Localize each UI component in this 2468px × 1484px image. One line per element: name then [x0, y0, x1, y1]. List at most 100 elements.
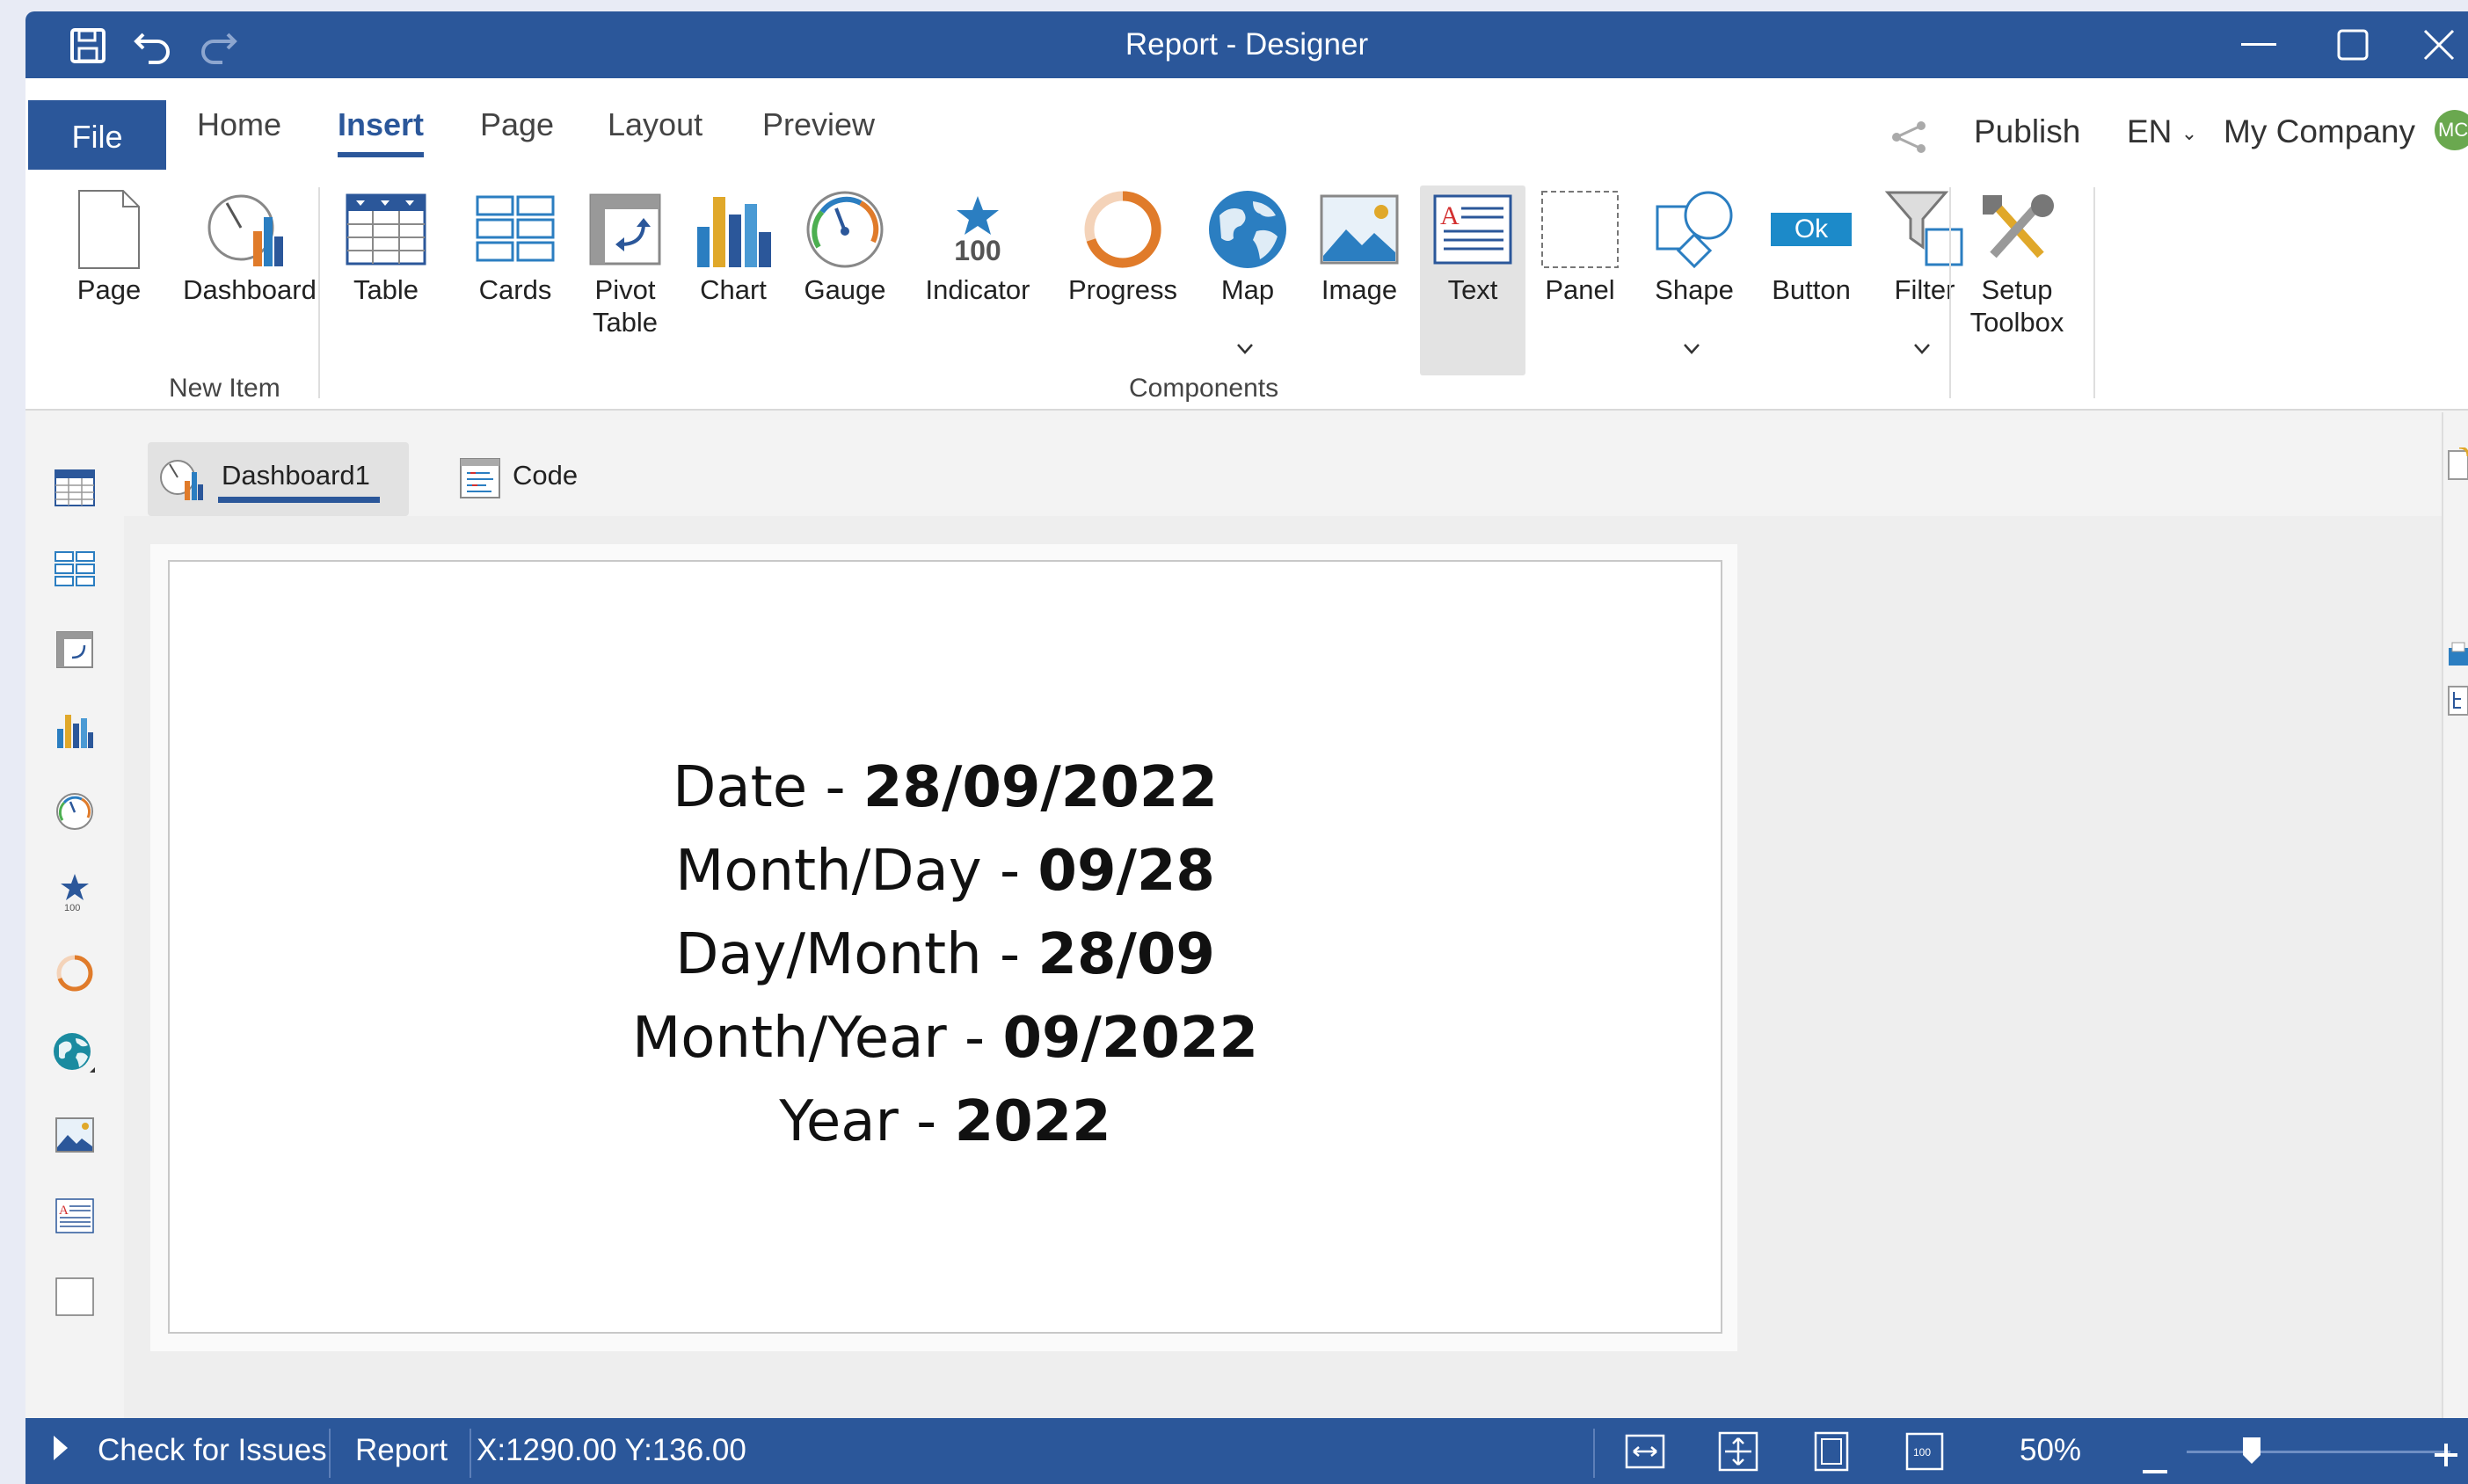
pivot-table-button[interactable]: Pivot Table: [581, 186, 669, 338]
svg-text:100: 100: [64, 903, 80, 913]
fit-height-icon[interactable]: [1715, 1429, 1761, 1474]
indicator-button[interactable]: 100 Indicator: [916, 186, 1039, 306]
tab-home[interactable]: Home: [197, 106, 281, 143]
setup-toolbox-button[interactable]: Setup Toolbox: [1964, 186, 2070, 338]
globe-icon[interactable]: [50, 1029, 99, 1079]
report-button[interactable]: Report: [355, 1433, 448, 1468]
tab-page[interactable]: Page: [480, 106, 554, 143]
panel-icon[interactable]: [50, 1272, 99, 1321]
publish-button[interactable]: Publish: [1974, 113, 2080, 150]
pivot-table-label-line2: Table: [592, 307, 659, 338]
dictionary-icon[interactable]: [2447, 641, 2468, 672]
map-button-label: Map: [1220, 274, 1275, 305]
chart-button[interactable]: Chart: [689, 186, 777, 306]
zoom-slider-track[interactable]: [2187, 1451, 2450, 1453]
pivot-table-label-line1: Pivot: [594, 274, 656, 305]
cards-icon[interactable]: [50, 544, 99, 593]
text-component[interactable]: Date - 28/09/2022 Month/Day - 09/28 Day/…: [170, 746, 1721, 1164]
chevron-down-icon[interactable]: [1682, 342, 1708, 360]
setup-toolbox-label-line2: Toolbox: [1969, 307, 2064, 338]
properties-icon[interactable]: [2447, 446, 2468, 487]
image-button[interactable]: Image: [1311, 186, 1408, 306]
text-line-date: Date - 28/09/2022: [673, 755, 1218, 820]
whole-page-icon[interactable]: [1809, 1429, 1854, 1474]
pivot-table-icon[interactable]: [50, 625, 99, 674]
tab-preview[interactable]: Preview: [762, 106, 875, 143]
text-button[interactable]: A Text: [1420, 186, 1525, 375]
company-name[interactable]: My Company: [2224, 113, 2415, 150]
document-tabs: Dashboard1 Code: [124, 412, 2450, 527]
text-line-day-month: Day/Month - 28/09: [675, 922, 1215, 987]
close-icon[interactable]: [2408, 18, 2468, 71]
dashboard-button-label: Dashboard: [183, 274, 317, 305]
indicator-icon-value: 100: [954, 235, 1001, 266]
gauge-icon[interactable]: [50, 787, 99, 836]
tab-code-label: Code: [513, 460, 579, 491]
table-button-label: Table: [353, 274, 419, 305]
minimize-icon[interactable]: [2228, 18, 2290, 71]
globe-icon: [1204, 186, 1292, 273]
svg-text:A: A: [59, 1204, 69, 1218]
cards-button[interactable]: Cards: [470, 186, 561, 306]
image-icon: [1311, 186, 1408, 273]
text-icon[interactable]: A: [50, 1191, 99, 1240]
gauge-icon: [797, 186, 893, 273]
chevron-down-icon[interactable]: [1912, 342, 1939, 360]
panel-icon: [1536, 186, 1624, 273]
button-component[interactable]: Ok Button: [1763, 186, 1860, 306]
status-separator: [470, 1429, 471, 1478]
zoom-in-icon[interactable]: [2435, 1439, 2457, 1474]
ok-button-icon: Ok: [1763, 186, 1860, 273]
dashboard-page[interactable]: Date - 28/09/2022 Month/Day - 09/28 Day/…: [168, 560, 1722, 1334]
page-button[interactable]: Page: [61, 186, 157, 306]
status-separator: [329, 1429, 331, 1478]
progress-button[interactable]: Progress: [1061, 186, 1184, 306]
chevron-down-icon[interactable]: [1235, 342, 1262, 360]
bar-chart-icon: [689, 186, 777, 273]
image-button-label: Image: [1321, 274, 1398, 305]
tab-dashboard1[interactable]: Dashboard1: [148, 442, 409, 516]
ribbon-tab-row: File Home Insert Page Layout Preview Pub…: [25, 78, 2468, 182]
panel-button[interactable]: Panel: [1536, 186, 1624, 306]
tab-insert[interactable]: Insert: [338, 106, 425, 157]
button-component-label: Button: [1772, 274, 1851, 305]
indicator-icon[interactable]: 100: [50, 868, 99, 917]
map-button[interactable]: Map: [1204, 186, 1292, 306]
filter-button[interactable]: Filter: [1881, 186, 1969, 306]
tab-file[interactable]: File: [28, 100, 166, 173]
report-tree-icon[interactable]: [2447, 685, 2468, 721]
gauge-button[interactable]: Gauge: [797, 186, 893, 306]
indicator-button-label: Indicator: [925, 274, 1030, 305]
play-icon[interactable]: [52, 1434, 69, 1470]
panel-button-label: Panel: [1545, 274, 1615, 305]
maximize-icon[interactable]: [2322, 18, 2384, 71]
fit-width-icon[interactable]: [1622, 1429, 1668, 1474]
avatar[interactable]: MC: [2435, 110, 2468, 150]
progress-ring-icon[interactable]: [50, 949, 99, 998]
window-title: Report - Designer: [1125, 27, 1369, 62]
share-icon[interactable]: [1889, 120, 1928, 158]
shape-button[interactable]: Shape: [1642, 186, 1747, 306]
ribbon-panel: Page Dashboard New Item Table Cards Pivo…: [25, 170, 2468, 411]
actual-size-icon[interactable]: 100: [1902, 1429, 1947, 1474]
setup-toolbox-label-line1: Setup: [1981, 274, 2053, 305]
status-separator: [1593, 1429, 1595, 1478]
code-icon: [460, 458, 500, 503]
tab-layout[interactable]: Layout: [608, 106, 703, 143]
check-for-issues-button[interactable]: Check for Issues: [98, 1433, 327, 1468]
language-select[interactable]: EN ⌄: [2127, 113, 2197, 150]
text-icon: A: [1420, 186, 1525, 273]
dashboard-icon: [157, 186, 342, 273]
properties-panel-strip[interactable]: [2442, 412, 2468, 1429]
bar-chart-icon[interactable]: [50, 706, 99, 755]
zoom-out-icon[interactable]: [2143, 1448, 2167, 1483]
zoom-slider-thumb[interactable]: [2241, 1436, 2262, 1473]
status-bar: Check for Issues Report X:1290.00 Y:136.…: [25, 1418, 2468, 1484]
design-canvas[interactable]: Date - 28/09/2022 Month/Day - 09/28 Day/…: [124, 516, 2450, 1429]
dashboard-button[interactable]: Dashboard: [157, 186, 342, 306]
table-button[interactable]: Table: [338, 186, 434, 306]
indicator-icon: 100: [916, 186, 1039, 273]
ribbon-separator: [2093, 187, 2095, 398]
table-icon[interactable]: [50, 463, 99, 513]
image-icon[interactable]: [50, 1110, 99, 1160]
